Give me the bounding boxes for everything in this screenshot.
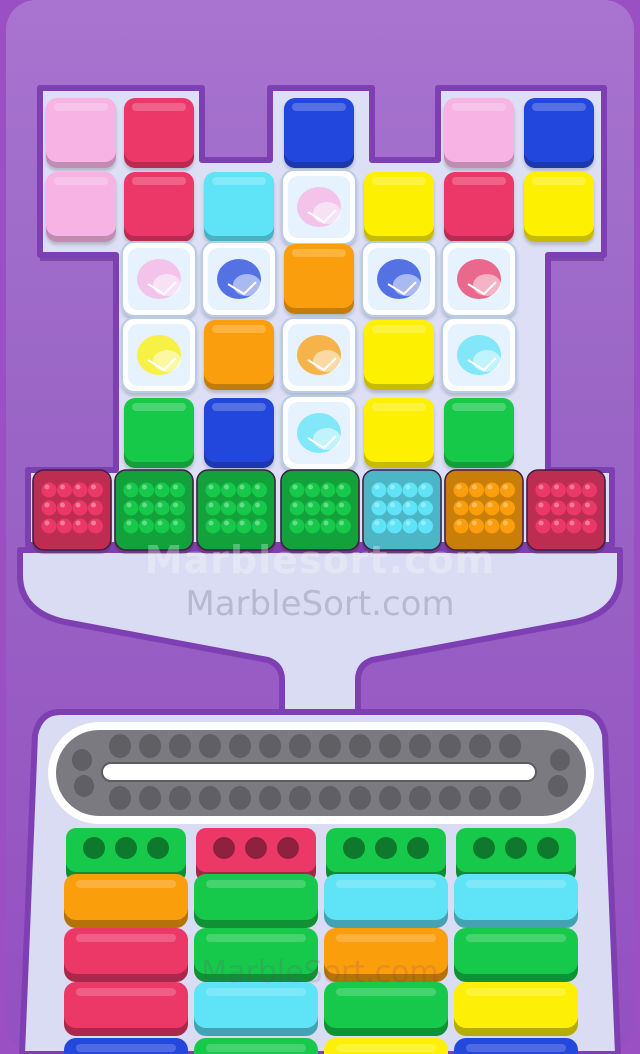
block-cell[interactable] bbox=[364, 320, 434, 390]
block-cell[interactable] bbox=[46, 98, 116, 168]
shooter-block bbox=[454, 874, 578, 928]
block-cell[interactable] bbox=[124, 172, 194, 242]
collector-row bbox=[32, 469, 606, 554]
block-cell[interactable] bbox=[281, 395, 357, 471]
block-cell[interactable] bbox=[441, 241, 517, 317]
conveyor-slot bbox=[289, 734, 311, 758]
conveyor-slot bbox=[169, 786, 191, 810]
block-cell[interactable] bbox=[444, 172, 514, 242]
conveyor-slot bbox=[409, 786, 431, 810]
block-cell[interactable] bbox=[201, 241, 277, 317]
shooter-block bbox=[454, 928, 578, 982]
conveyor-slot bbox=[319, 734, 341, 758]
conveyor-slot bbox=[289, 786, 311, 810]
conveyor-slot bbox=[139, 734, 161, 758]
conveyor-slot bbox=[409, 734, 431, 758]
conveyor-slot bbox=[259, 786, 281, 810]
shooter-front[interactable] bbox=[326, 828, 446, 882]
conveyor-slot bbox=[469, 786, 491, 810]
shooter-block bbox=[324, 1038, 448, 1054]
shooter-block bbox=[194, 874, 318, 928]
shooter-front[interactable] bbox=[66, 828, 186, 882]
funnel bbox=[17, 547, 623, 715]
shooter-block bbox=[64, 874, 188, 928]
conveyor-slot bbox=[229, 786, 251, 810]
shooter-block bbox=[64, 1038, 188, 1054]
conveyor-slot bbox=[469, 734, 491, 758]
shooter-block bbox=[324, 874, 448, 928]
block-cell[interactable] bbox=[204, 172, 274, 242]
collector-box[interactable] bbox=[280, 469, 360, 554]
shooter-block bbox=[194, 1038, 318, 1054]
collector-box[interactable] bbox=[32, 469, 112, 554]
conveyor-slot bbox=[349, 734, 371, 758]
conveyor-slot bbox=[259, 734, 281, 758]
block-cell[interactable] bbox=[364, 172, 434, 242]
shooter-block bbox=[454, 982, 578, 1036]
block-cell[interactable] bbox=[284, 244, 354, 314]
shooter-block bbox=[194, 982, 318, 1036]
conveyor-slot bbox=[229, 734, 251, 758]
block-grid bbox=[46, 98, 594, 471]
conveyor-slot bbox=[499, 734, 521, 758]
conveyor-slot bbox=[109, 786, 131, 810]
conveyor-slot bbox=[499, 786, 521, 810]
conveyor-belt bbox=[48, 722, 594, 824]
block-cell[interactable] bbox=[121, 241, 197, 317]
block-cell[interactable] bbox=[124, 98, 194, 168]
block-cell[interactable] bbox=[204, 320, 274, 390]
collector-box[interactable] bbox=[444, 469, 524, 554]
block-cell[interactable] bbox=[444, 98, 514, 168]
conveyor-slot bbox=[439, 786, 461, 810]
conveyor-slot bbox=[72, 749, 92, 771]
block-cell[interactable] bbox=[441, 317, 517, 393]
conveyor-slot bbox=[74, 775, 94, 797]
block-cell[interactable] bbox=[444, 398, 514, 468]
shooter-block bbox=[324, 982, 448, 1036]
conveyor-slot bbox=[319, 786, 341, 810]
block-cell[interactable] bbox=[124, 398, 194, 468]
conveyor-slot bbox=[109, 734, 131, 758]
block-cell[interactable] bbox=[524, 172, 594, 242]
game-canvas bbox=[17, 85, 623, 1054]
block-cell[interactable] bbox=[524, 98, 594, 168]
shooter-front[interactable] bbox=[196, 828, 316, 882]
shooter-block bbox=[64, 982, 188, 1036]
block-cell[interactable] bbox=[361, 241, 437, 317]
conveyor-slot bbox=[139, 786, 161, 810]
conveyor-slot bbox=[550, 749, 570, 771]
collector-box[interactable] bbox=[362, 469, 442, 554]
shooter-block bbox=[194, 928, 318, 982]
shooter-block bbox=[324, 928, 448, 982]
conveyor-slot bbox=[199, 786, 221, 810]
block-cell[interactable] bbox=[281, 169, 357, 245]
shooter-block bbox=[64, 928, 188, 982]
conveyor-slot bbox=[199, 734, 221, 758]
conveyor-slot bbox=[379, 734, 401, 758]
conveyor-slot bbox=[439, 734, 461, 758]
block-cell[interactable] bbox=[46, 172, 116, 242]
collector-box[interactable] bbox=[114, 469, 194, 554]
shooter-front[interactable] bbox=[456, 828, 576, 882]
conveyor-slot bbox=[379, 786, 401, 810]
block-cell[interactable] bbox=[121, 317, 197, 393]
block-cell[interactable] bbox=[281, 317, 357, 393]
block-cell[interactable] bbox=[204, 398, 274, 468]
conveyor-slot bbox=[169, 734, 191, 758]
block-cell[interactable] bbox=[364, 398, 434, 468]
collector-box[interactable] bbox=[196, 469, 276, 554]
conveyor-slot bbox=[349, 786, 371, 810]
conveyor-slot bbox=[548, 775, 568, 797]
shooter-block bbox=[454, 1038, 578, 1054]
collector-box[interactable] bbox=[526, 469, 606, 554]
block-cell[interactable] bbox=[284, 98, 354, 168]
